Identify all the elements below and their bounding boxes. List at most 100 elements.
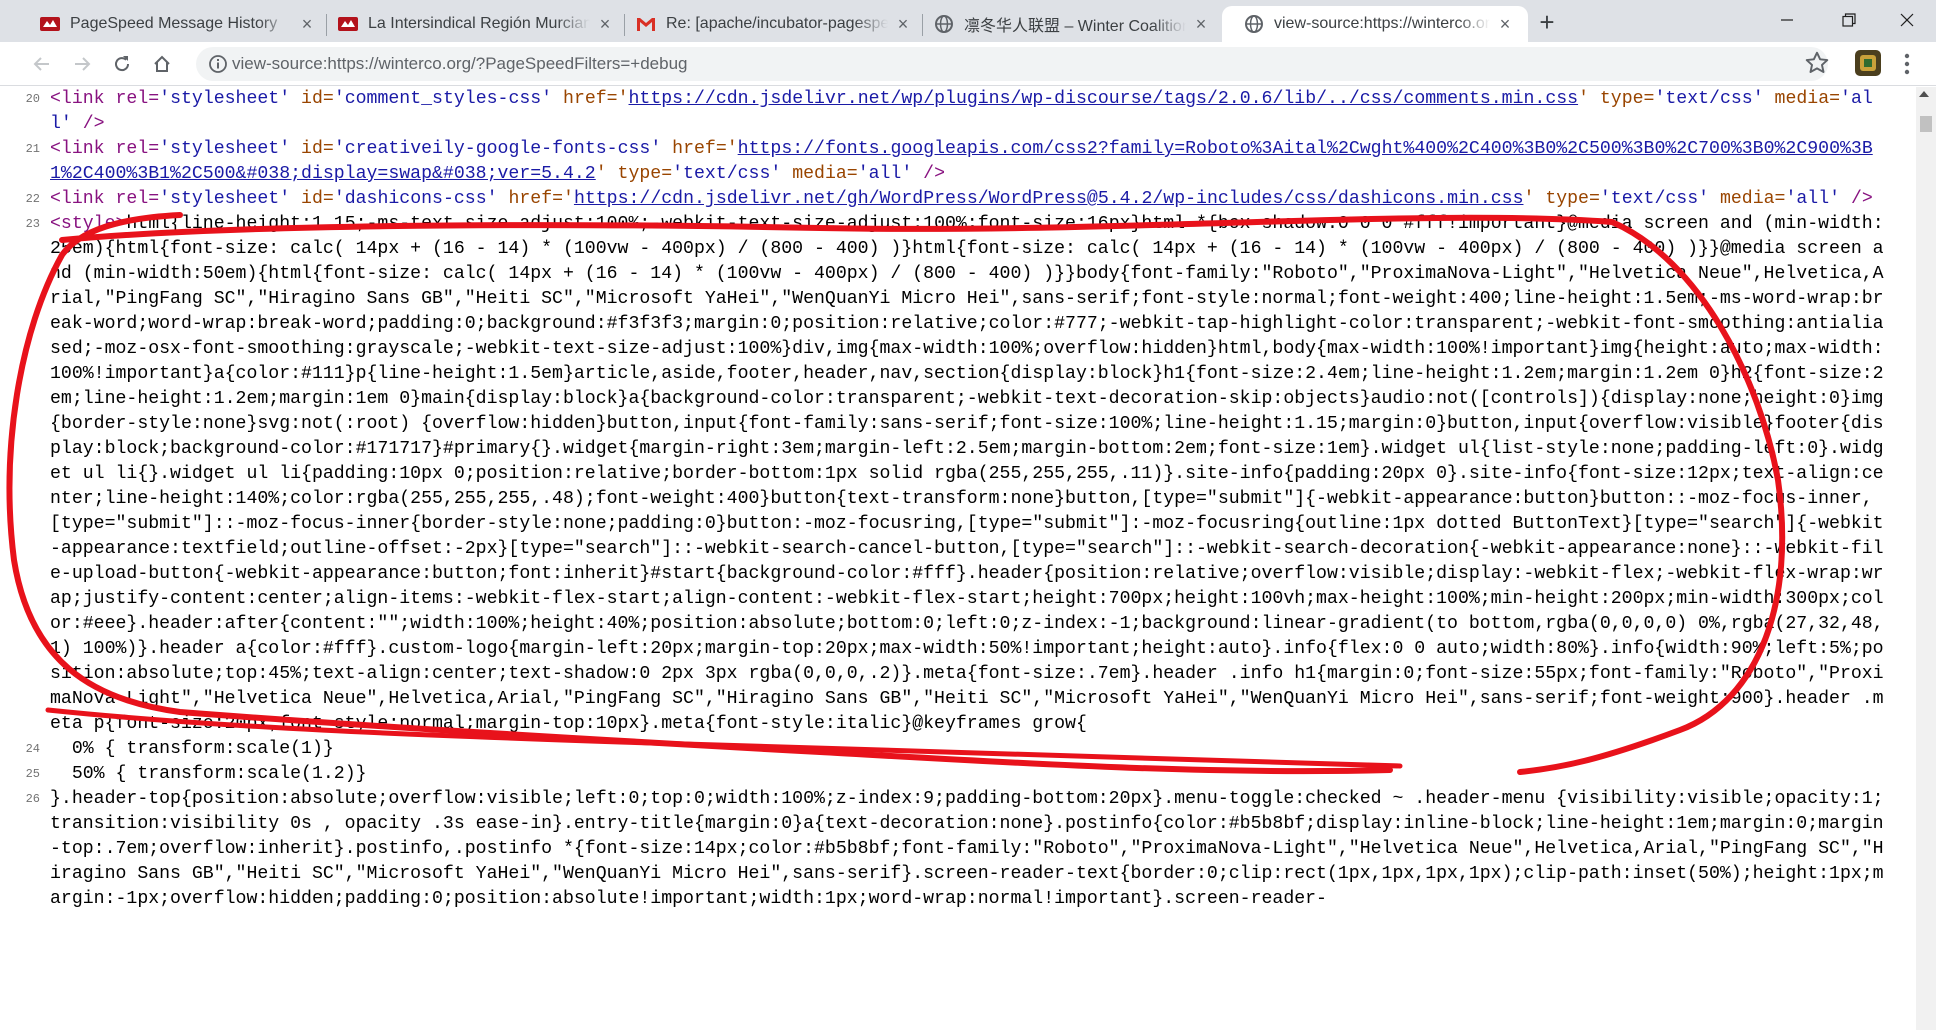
scroll-up-arrow-icon[interactable] — [1919, 91, 1929, 97]
tab-title: 凛冬华人联盟 – Winter Coalition — [964, 18, 1186, 35]
line-content: <style>html{line-height:1.15;-ms-text-si… — [50, 212, 1890, 737]
attr-token: id= — [290, 139, 334, 159]
attr-token: id= — [290, 189, 334, 209]
tag-token: <style> — [50, 214, 127, 234]
attr-token: href=' — [552, 89, 629, 109]
line-content: <link rel='stylesheet' id='creativeily-g… — [50, 137, 1890, 187]
restore-icon — [1842, 13, 1856, 27]
red-bird-icon — [338, 14, 358, 34]
back-arrow-icon — [33, 57, 49, 71]
line-number: 20 — [25, 92, 40, 106]
line-content: 50% { transform:scale(1.2)} — [50, 764, 367, 784]
attr-token: media= — [1763, 89, 1841, 109]
close-window-icon — [1900, 13, 1914, 27]
globe-icon — [1244, 14, 1264, 34]
browser-toolbar: view-source:https://winterco.org/?PageSp… — [0, 42, 1936, 86]
attr-token: href=' — [497, 189, 574, 209]
css-text: html{line-height:1.15;-ms-text-size-adju… — [50, 214, 1884, 734]
tag-token: /> — [1840, 189, 1873, 209]
value-token: 'text/css' — [672, 164, 782, 184]
close-icon[interactable]: × — [1192, 15, 1210, 33]
globe-icon — [934, 14, 954, 34]
home-button[interactable] — [148, 50, 176, 78]
tag-token: /> — [71, 114, 105, 134]
red-bird-icon — [40, 14, 60, 34]
value-token: 'dashicons-css' — [333, 189, 498, 209]
reload-button[interactable] — [108, 50, 136, 78]
attr-token: media= — [1709, 189, 1786, 209]
value-token: 'text/css' — [1654, 89, 1764, 109]
source-link[interactable]: https://cdn.jsdelivr.net/wp/plugins/wp-d… — [629, 89, 1579, 109]
forward-arrow-icon — [75, 57, 91, 71]
source-line: 21 <link rel='stylesheet' id='creativeil… — [0, 137, 1916, 187]
line-number: 24 — [25, 742, 40, 756]
bookmark-star-icon[interactable] — [1804, 50, 1830, 76]
scrollbar-thumb[interactable] — [1920, 116, 1932, 132]
line-number: 22 — [25, 192, 40, 206]
tag-token: <link rel= — [50, 89, 160, 109]
line-number: 26 — [25, 792, 40, 806]
vertical-scrollbar[interactable] — [1916, 87, 1936, 1030]
tag-token: /> — [912, 164, 946, 184]
attr-token: id= — [290, 89, 334, 109]
value-token: 'comment_styles-css' — [333, 89, 553, 109]
tab-title: La Intersindical Región Murciana — [368, 15, 590, 32]
attr-token: ' type= — [1523, 189, 1600, 209]
attr-token: href=' — [661, 139, 738, 159]
tab-winter-coalition[interactable]: 凛冬华人联盟 – Winter Coalition × — [912, 6, 1224, 42]
menu-kebab-icon[interactable] — [1902, 51, 1912, 77]
close-icon[interactable]: × — [596, 15, 614, 33]
line-content: }.header-top{position:absolute;overflow:… — [50, 789, 1884, 909]
line-content: <link rel='stylesheet' id='comment_style… — [50, 87, 1890, 137]
gmail-icon — [636, 14, 656, 34]
tab-title: PageSpeed Message History — [70, 15, 278, 32]
source-line: 24 0% { transform:scale(1)} — [0, 737, 1916, 762]
value-token: 'all' — [857, 164, 913, 184]
source-line: 20 <link rel='stylesheet' id='comment_st… — [0, 87, 1916, 137]
close-icon[interactable]: × — [298, 15, 316, 33]
source-line: 23 <style>html{line-height:1.15;-ms-text… — [0, 212, 1916, 737]
source-line: 26 }.header-top{position:absolute;overfl… — [0, 787, 1916, 912]
extension-icon[interactable] — [1855, 50, 1881, 76]
minimize-button[interactable] — [1758, 0, 1816, 40]
attr-token: media= — [781, 164, 858, 184]
source-view: 20 <link rel='stylesheet' id='comment_st… — [0, 87, 1916, 1030]
minimize-icon — [1781, 19, 1793, 21]
tag-token: <link rel= — [50, 189, 160, 209]
close-icon[interactable]: × — [894, 15, 912, 33]
source-line: 25 50% { transform:scale(1.2)} — [0, 762, 1916, 787]
line-number: 23 — [25, 217, 40, 231]
forward-button[interactable] — [68, 50, 96, 78]
tab-pagespeed-message-history[interactable]: PageSpeed Message History × — [18, 6, 330, 42]
tab-view-source[interactable]: view-source:https://winterco.org × — [1222, 6, 1528, 42]
value-token: 'stylesheet' — [159, 139, 291, 159]
value-token: 'text/css' — [1599, 189, 1710, 209]
close-window-button[interactable] — [1878, 0, 1936, 40]
attr-token: ' type= — [1578, 89, 1655, 109]
restore-button[interactable] — [1820, 0, 1878, 40]
back-button[interactable] — [28, 50, 56, 78]
attr-token: ' type= — [595, 164, 673, 184]
new-tab-button[interactable]: + — [1534, 9, 1560, 36]
tab-title: Re: [apache/incubator-pagespeed — [666, 15, 888, 32]
close-icon[interactable]: × — [1496, 15, 1514, 33]
source-line: 22 <link rel='stylesheet' id='dashicons-… — [0, 187, 1916, 212]
line-content: <link rel='stylesheet' id='dashicons-css… — [50, 187, 1890, 212]
tab-gmail-pagespeed[interactable]: Re: [apache/incubator-pagespeed × — [614, 6, 926, 42]
tab-intersindical[interactable]: La Intersindical Región Murciana × — [316, 6, 628, 42]
value-token: 'stylesheet' — [159, 89, 291, 109]
line-number: 25 — [25, 767, 40, 781]
address-url[interactable]: view-source:https://winterco.org/?PageSp… — [232, 47, 687, 81]
value-token: 'all' — [1785, 189, 1841, 209]
home-icon — [154, 55, 170, 72]
line-content: 0% { transform:scale(1)} — [50, 739, 334, 759]
value-token: 'stylesheet' — [159, 189, 291, 209]
tag-token: <link rel= — [50, 139, 160, 159]
source-link[interactable]: https://cdn.jsdelivr.net/gh/WordPress/Wo… — [574, 189, 1524, 209]
info-icon[interactable] — [208, 54, 228, 74]
reload-icon — [115, 56, 130, 72]
line-number: 21 — [25, 142, 40, 156]
address-bar[interactable]: view-source:https://winterco.org/?PageSp… — [196, 47, 1828, 81]
value-token: 'creativeily-google-fonts-css' — [333, 139, 662, 159]
tab-title: view-source:https://winterco.org — [1274, 15, 1490, 32]
